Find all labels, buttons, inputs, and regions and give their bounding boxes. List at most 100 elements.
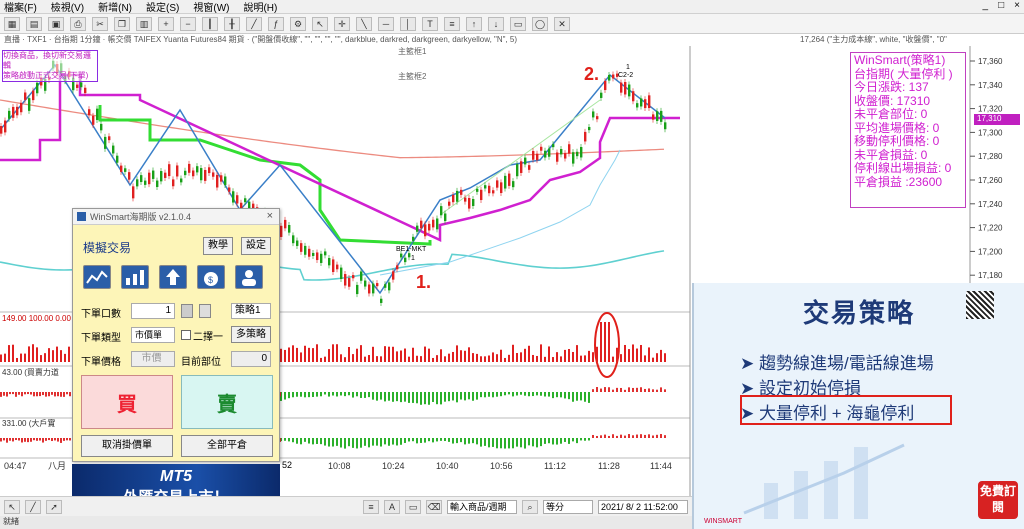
strategy-icon[interactable]: ⚙: [290, 16, 306, 31]
menu-view[interactable]: 檢視(V): [51, 0, 84, 14]
new-chart-icon[interactable]: ▦: [4, 16, 20, 31]
power-bar: [424, 392, 426, 405]
either-checkbox[interactable]: [181, 330, 191, 340]
calc-icon[interactable]: [181, 304, 193, 318]
cancel-orders-button[interactable]: 取消掛價單: [81, 435, 173, 457]
vline-icon[interactable]: │: [400, 16, 416, 31]
text-tool-icon[interactable]: A: [384, 499, 400, 514]
indicator-icon[interactable]: ƒ: [268, 16, 284, 31]
power-bar: [544, 392, 546, 397]
delete-icon[interactable]: ✕: [554, 16, 570, 31]
pointer-icon[interactable]: ↖: [4, 499, 20, 514]
strategy-item-1: ➤ 趨勢線進場/電話線進場: [740, 354, 934, 373]
left-osc-bar: [69, 438, 71, 441]
ellipse-icon[interactable]: ◯: [532, 16, 548, 31]
erase-icon[interactable]: ⌫: [426, 499, 442, 514]
power-bar: [308, 392, 310, 398]
big-player-bar: [500, 438, 502, 449]
save-icon[interactable]: ▣: [48, 16, 64, 31]
arrow-icon[interactable]: ➚: [46, 499, 62, 514]
menu-new[interactable]: 新增(N): [98, 0, 132, 14]
minimize-button[interactable]: _: [983, 0, 989, 14]
copy-icon[interactable]: ❐: [114, 16, 130, 31]
sell-button[interactable]: 賣: [181, 375, 273, 429]
datetime-field[interactable]: 2021/ 8/ 2 11:52:00: [598, 499, 688, 514]
volume-bar: [452, 351, 454, 362]
big-player-bar: [372, 438, 374, 446]
candle-body: [312, 252, 315, 256]
power-bar: [292, 392, 294, 398]
growth-illustration: [743, 443, 905, 519]
crosshair-icon[interactable]: ✛: [334, 16, 350, 31]
candle-icon[interactable]: ┃: [202, 16, 218, 31]
power-bar: [640, 387, 642, 392]
info-line: 平倉損益 :23600: [854, 174, 943, 189]
cursor-icon[interactable]: ↖: [312, 16, 328, 31]
close-button[interactable]: ×: [1014, 0, 1020, 14]
bar-icon[interactable]: ╂: [224, 16, 240, 31]
money-bag-icon[interactable]: $: [197, 265, 225, 289]
big-player-bar: [616, 435, 618, 438]
product-input[interactable]: 輸入商品/週期: [447, 499, 517, 514]
qty-label: 下單口數: [81, 309, 121, 320]
candle-body: [232, 191, 235, 203]
volume-bar: [296, 347, 298, 362]
order-type-select[interactable]: 市價單: [131, 327, 175, 343]
volume-bar: [460, 350, 462, 362]
qty-input[interactable]: 1: [131, 303, 175, 319]
rect-icon[interactable]: ▭: [510, 16, 526, 31]
menu-help[interactable]: 說明(H): [243, 0, 277, 14]
open-icon[interactable]: ▤: [26, 16, 42, 31]
maximize-button[interactable]: □: [998, 0, 1004, 14]
dialog-titlebar[interactable]: WinSmart海期版 v2.1.0.4: [73, 209, 279, 225]
strategy-select[interactable]: 策略1: [231, 303, 271, 319]
volume-bar: [656, 353, 658, 362]
user-icon[interactable]: [235, 265, 263, 289]
rect-tool-icon[interactable]: ▭: [405, 499, 421, 514]
volume-bar: [356, 348, 358, 362]
save-icon[interactable]: [199, 304, 211, 318]
teach-button[interactable]: 教學: [203, 237, 233, 255]
power-bar: [636, 387, 638, 392]
menu-settings[interactable]: 設定(S): [146, 0, 179, 14]
close-icon[interactable]: ×: [267, 210, 273, 222]
search-icon[interactable]: ⌕: [522, 499, 538, 514]
scale-mode-select[interactable]: 等分: [543, 499, 593, 514]
price-input[interactable]: 市價: [131, 351, 175, 367]
close-all-button[interactable]: 全部平倉: [181, 435, 273, 457]
paste-icon[interactable]: ▥: [136, 16, 152, 31]
menu-window[interactable]: 視窗(W): [193, 0, 229, 14]
power-bar: [480, 392, 482, 398]
cut-icon[interactable]: ✂: [92, 16, 108, 31]
candle-body: [480, 189, 483, 201]
volume-bar: [532, 354, 534, 362]
text-icon[interactable]: T: [422, 16, 438, 31]
fib-icon[interactable]: ≡: [444, 16, 460, 31]
arrow-up-icon[interactable]: ↑: [466, 16, 482, 31]
zoom-out-icon[interactable]: −: [180, 16, 196, 31]
candle-body: [568, 144, 571, 154]
chart-icon[interactable]: [83, 265, 111, 289]
candle-body: [20, 102, 23, 113]
line-draw-icon[interactable]: ╱: [25, 499, 41, 514]
big-player-bar: [304, 438, 306, 442]
buy-button[interactable]: 買: [81, 375, 173, 429]
candle-body: [96, 108, 99, 120]
hline-icon[interactable]: ─: [378, 16, 394, 31]
settings-button[interactable]: 設定: [241, 237, 271, 255]
trendline-icon[interactable]: ╲: [356, 16, 372, 31]
candle-body: [604, 80, 607, 91]
arrow-down-icon[interactable]: ↓: [488, 16, 504, 31]
menu-file[interactable]: 檔案(F): [4, 0, 37, 14]
line-icon[interactable]: ╱: [246, 16, 262, 31]
subscribe-button[interactable]: 免費訂閱: [978, 481, 1018, 519]
big-player-bar: [376, 438, 378, 446]
print-icon[interactable]: ⎙: [70, 16, 86, 31]
fib-tool-icon[interactable]: ≡: [363, 499, 379, 514]
bar-chart-icon[interactable]: [121, 265, 149, 289]
zoom-in-icon[interactable]: +: [158, 16, 174, 31]
left-osc-bar: [63, 438, 65, 441]
upload-icon[interactable]: [159, 265, 187, 289]
multi-strategy-button[interactable]: 多策略: [231, 326, 271, 343]
big-player-bar: [436, 438, 438, 442]
